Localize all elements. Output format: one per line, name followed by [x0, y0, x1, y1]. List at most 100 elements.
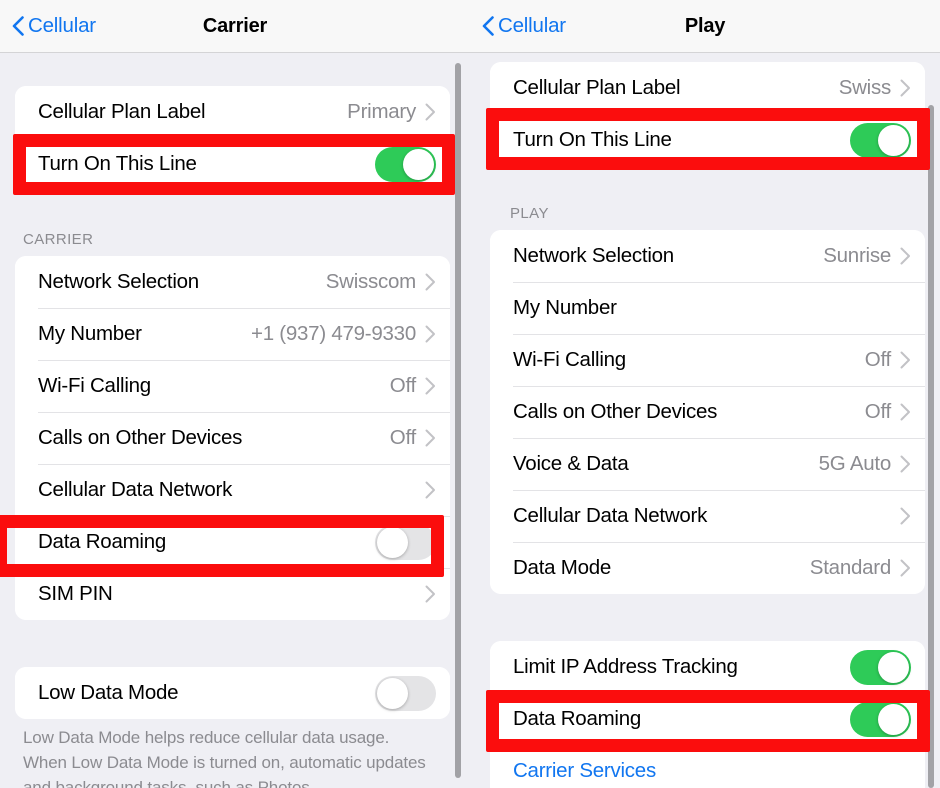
left-back-label: Cellular	[28, 14, 96, 37]
row-value: Swiss	[838, 76, 892, 99]
chevron-right-icon	[900, 559, 910, 577]
right-group-plan: Cellular Plan Label Swiss Turn On This L…	[490, 62, 925, 166]
toggle-turn-on-this-line[interactable]	[850, 122, 911, 158]
row-data-mode[interactable]: Data Mode Standard	[490, 542, 925, 594]
row-accessory: Swiss	[839, 76, 911, 100]
chevron-right-icon	[425, 481, 435, 499]
row-accessory	[425, 481, 436, 499]
left-group-plan: Cellular Plan Label Primary Turn On This…	[15, 86, 450, 190]
row-label: Cellular Data Network	[513, 504, 708, 527]
row-label: Calls on Other Devices	[513, 400, 718, 423]
row-label: Voice & Data	[513, 452, 629, 475]
row-value: Off	[864, 348, 891, 371]
toggle-knob	[377, 677, 408, 709]
row-cellular-data-network[interactable]: Cellular Data Network	[15, 464, 450, 516]
chevron-right-icon	[425, 103, 435, 121]
row-accessory: Off	[390, 426, 436, 450]
row-accessory	[850, 122, 911, 158]
row-value: Swisscom	[325, 270, 417, 293]
right-panel-play: Cellular Play Cellular Plan Label Swiss …	[470, 0, 940, 788]
row-value: Primary	[347, 100, 416, 123]
row-label: Calls on Other Devices	[38, 426, 243, 449]
row-label: Data Roaming	[38, 530, 167, 553]
row-data-roaming[interactable]: Data Roaming	[15, 516, 450, 568]
row-value: Off	[389, 426, 416, 449]
right-section-header-play: PLAY	[510, 205, 549, 222]
row-value: 5G Auto	[818, 452, 892, 475]
row-label: Data Mode	[513, 556, 612, 579]
toggle-knob	[377, 526, 408, 558]
row-value: Standard	[809, 556, 891, 579]
row-accessory	[900, 507, 911, 525]
row-value: Off	[864, 400, 891, 423]
row-turn-on-this-line[interactable]: Turn On This Line	[490, 114, 925, 166]
chevron-right-icon	[425, 325, 435, 343]
left-scrollbar[interactable]	[455, 63, 461, 778]
toggle-turn-on-this-line[interactable]	[375, 146, 436, 182]
toggle-knob	[878, 124, 909, 156]
toggle-low-data-mode[interactable]	[375, 675, 436, 711]
row-cellular-plan-label[interactable]: Cellular Plan Label Swiss	[490, 62, 925, 114]
toggle-knob	[878, 703, 909, 735]
left-scroll-area[interactable]: Cellular Plan Label Primary Turn On This…	[0, 53, 470, 788]
row-my-number[interactable]: My Number	[490, 282, 925, 334]
left-group-carrier: Network Selection Swisscom My Number +1 …	[15, 256, 450, 620]
row-calls-on-other-devices[interactable]: Calls on Other Devices Off	[490, 386, 925, 438]
row-accessory: Off	[390, 374, 436, 398]
row-label: Wi-Fi Calling	[38, 374, 151, 397]
left-nav-bar: Cellular Carrier	[0, 0, 470, 53]
row-turn-on-this-line[interactable]: Turn On This Line	[15, 138, 450, 190]
chevron-right-icon	[425, 273, 435, 291]
row-label: Cellular Plan Label	[513, 76, 681, 99]
row-accessory: Primary	[347, 100, 436, 124]
row-accessory	[425, 585, 436, 603]
row-my-number[interactable]: My Number +1 (937) 479-9330	[15, 308, 450, 360]
row-accessory	[850, 649, 911, 685]
chevron-right-icon	[425, 585, 435, 603]
row-label: My Number	[513, 296, 617, 319]
chevron-right-icon	[900, 247, 910, 265]
row-label: Network Selection	[513, 244, 674, 267]
toggle-limit-ip-address-tracking[interactable]	[850, 649, 911, 685]
chevron-left-icon	[12, 16, 24, 36]
row-data-roaming[interactable]: Data Roaming	[490, 693, 925, 745]
row-cellular-plan-label[interactable]: Cellular Plan Label Primary	[15, 86, 450, 138]
toggle-knob	[403, 148, 434, 180]
chevron-right-icon	[425, 429, 435, 447]
right-back-button[interactable]: Cellular	[482, 14, 566, 38]
right-group-play: Network Selection Sunrise My Number Wi-F…	[490, 230, 925, 594]
row-value: Off	[389, 374, 416, 397]
chevron-right-icon	[900, 79, 910, 97]
row-label: Cellular Data Network	[38, 478, 233, 501]
row-sim-pin[interactable]: SIM PIN	[15, 568, 450, 620]
row-accessory: Swisscom	[326, 270, 436, 294]
toggle-data-roaming[interactable]	[850, 701, 911, 737]
chevron-left-icon	[482, 16, 494, 36]
right-scroll-area[interactable]: Cellular Plan Label Swiss Turn On This L…	[470, 53, 940, 788]
toggle-data-roaming[interactable]	[375, 524, 436, 560]
row-wifi-calling[interactable]: Wi-Fi Calling Off	[15, 360, 450, 412]
row-label: Network Selection	[38, 270, 199, 293]
row-voice-and-data[interactable]: Voice & Data 5G Auto	[490, 438, 925, 490]
row-label: Carrier Services	[513, 759, 656, 782]
left-section-header-carrier: CARRIER	[23, 231, 94, 248]
row-label: Wi-Fi Calling	[513, 348, 626, 371]
row-carrier-services[interactable]: Carrier Services	[490, 745, 925, 788]
row-limit-ip-address-tracking[interactable]: Limit IP Address Tracking	[490, 641, 925, 693]
row-wifi-calling[interactable]: Wi-Fi Calling Off	[490, 334, 925, 386]
row-label: Turn On This Line	[38, 152, 197, 175]
row-cellular-data-network[interactable]: Cellular Data Network	[490, 490, 925, 542]
row-accessory	[375, 524, 436, 560]
right-back-label: Cellular	[498, 14, 566, 37]
chevron-right-icon	[900, 403, 910, 421]
chevron-right-icon	[900, 455, 910, 473]
row-low-data-mode[interactable]: Low Data Mode	[15, 667, 450, 719]
row-network-selection[interactable]: Network Selection Swisscom	[15, 256, 450, 308]
right-scrollbar[interactable]	[928, 105, 934, 788]
left-panel-carrier: Cellular Carrier Cellular Plan Label Pri…	[0, 0, 470, 788]
row-accessory: Standard	[810, 556, 911, 580]
row-network-selection[interactable]: Network Selection Sunrise	[490, 230, 925, 282]
row-calls-on-other-devices[interactable]: Calls on Other Devices Off	[15, 412, 450, 464]
row-accessory: Off	[865, 348, 911, 372]
left-back-button[interactable]: Cellular	[12, 14, 96, 38]
